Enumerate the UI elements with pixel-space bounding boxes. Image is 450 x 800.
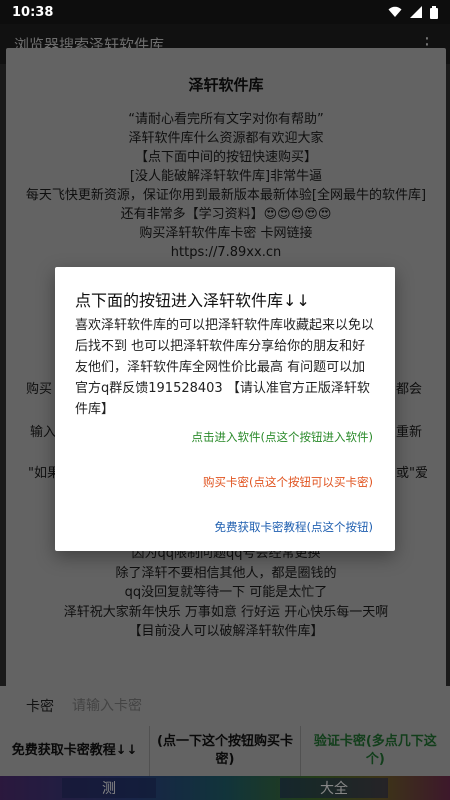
free-tutorial-dialog-button[interactable]: 免费获取卡密教程(点这个按钮) [215, 519, 373, 535]
buy-kami-dialog-button[interactable]: 购买卡密(点这个按钮可以买卡密) [203, 474, 373, 490]
enter-software-button[interactable]: 点击进入软件(点这个按钮进入软件) [192, 429, 373, 445]
enter-dialog: 点下面的按钮进入泽轩软件库↓↓ 喜欢泽轩软件库的可以把泽轩软件库收藏起来以免以后… [55, 267, 395, 551]
battery-icon [430, 5, 438, 19]
status-icons [388, 5, 438, 19]
status-bar: 10:38 [0, 0, 450, 24]
status-time: 10:38 [12, 4, 54, 20]
enter-dialog-title: 点下面的按钮进入泽轩软件库↓↓ [75, 291, 310, 310]
wifi-icon [388, 6, 402, 17]
signal-icon [410, 6, 422, 18]
enter-dialog-message: 喜欢泽轩软件库的可以把泽轩软件库收藏起来以免以后找不到 也可以把泽轩软件库分享给… [75, 318, 375, 417]
